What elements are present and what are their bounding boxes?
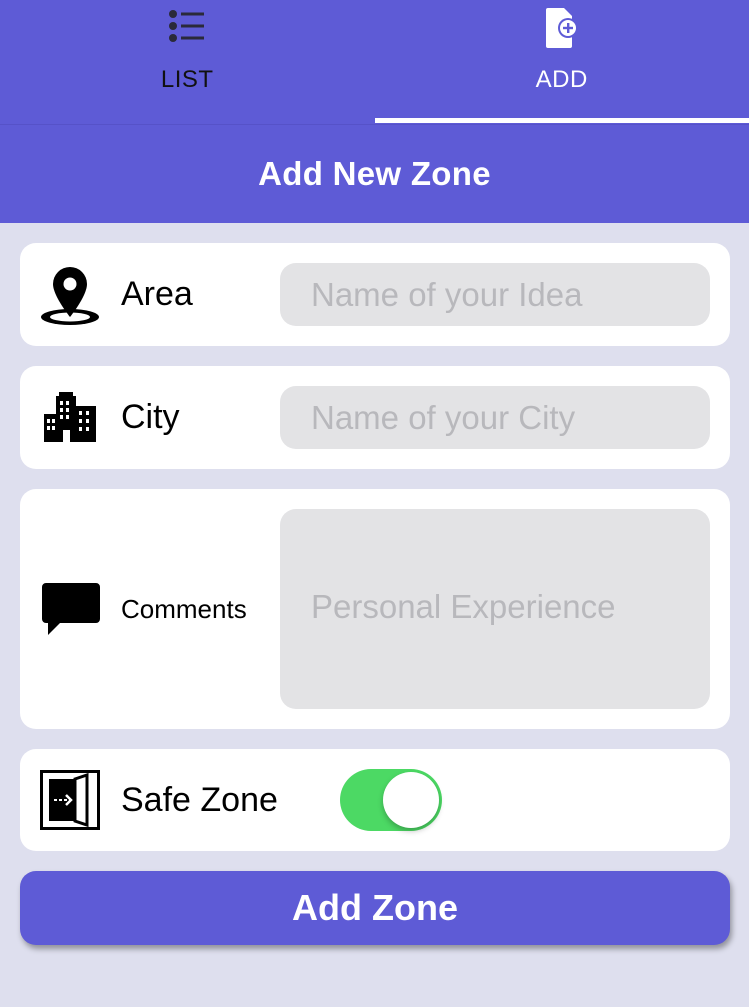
exit-door-icon — [40, 770, 100, 835]
area-label: Area — [121, 275, 193, 313]
add-document-icon — [542, 6, 582, 55]
page-title: Add New Zone — [258, 155, 491, 192]
page-header: Add New Zone — [0, 124, 749, 223]
city-buildings-icon — [44, 390, 96, 449]
city-input[interactable] — [280, 386, 710, 449]
area-input[interactable] — [280, 263, 710, 326]
area-row: Area — [20, 243, 730, 346]
comments-label: Comments — [121, 594, 247, 624]
safe-zone-label: Safe Zone — [121, 781, 278, 819]
safe-zone-toggle[interactable] — [340, 769, 442, 831]
comments-input[interactable] — [280, 509, 710, 709]
comments-row: Comments — [20, 489, 730, 729]
active-tab-indicator — [375, 118, 749, 123]
safe-zone-row: Safe Zone — [20, 749, 730, 851]
tab-list-label: LIST — [160, 66, 214, 93]
city-row: City — [20, 366, 730, 469]
tab-list[interactable]: LIST — [0, 0, 375, 124]
city-label: City — [121, 398, 180, 436]
list-icon — [167, 6, 207, 51]
toggle-knob — [383, 772, 439, 828]
tab-add[interactable]: ADD — [375, 0, 749, 124]
speech-bubble-icon — [42, 583, 100, 640]
add-zone-button[interactable]: Add Zone — [20, 871, 730, 945]
tab-bar: LIST ADD — [0, 0, 749, 124]
map-pin-icon — [40, 265, 100, 332]
tab-add-label: ADD — [535, 66, 588, 93]
